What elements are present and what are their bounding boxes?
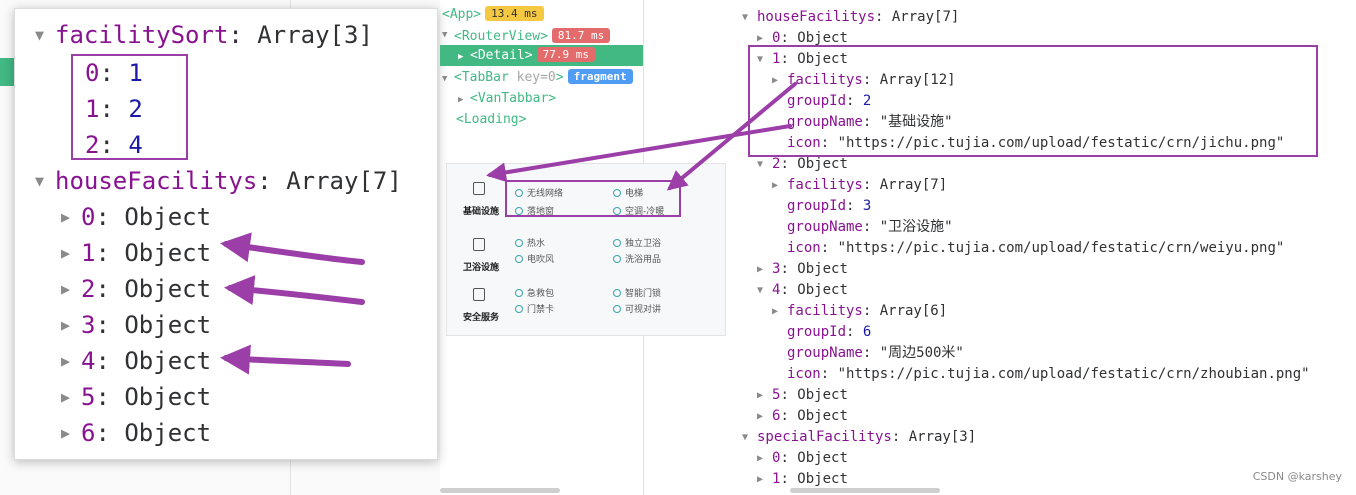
house-facility-item[interactable]: ▶ 4: Object [61, 343, 211, 379]
object-row[interactable]: ▼ 4: Object [757, 280, 848, 301]
house-facility-item[interactable]: ▶ 0: Object [61, 199, 211, 235]
collapse-arrow-icon[interactable]: ▼ [35, 163, 55, 199]
facility-group-name: 卫浴设施 [462, 263, 499, 273]
group-name-row: groupName: "周边500米" [787, 345, 964, 361]
house-facility-item[interactable]: ▶ 5: Object [61, 379, 211, 415]
tree-node-van-tabbar[interactable]: ▶ <VanTabbar> [458, 88, 556, 109]
tree-node-app[interactable]: <App> 13.4 ms [442, 4, 642, 25]
collapse-arrow-icon[interactable]: ▼ [35, 17, 55, 53]
expand-arrow-icon[interactable]: ▶ [61, 199, 81, 235]
expand-arrow-icon[interactable]: ▶ [458, 47, 470, 68]
expand-arrow-icon[interactable]: ▶ [61, 235, 81, 271]
tree-node-detail[interactable]: ▶ <Detail> 77.9 ms [440, 45, 643, 66]
facility-item: 门禁卡 [515, 302, 554, 315]
house-facilitys-key: houseFacilitys [55, 167, 258, 195]
expand-arrow-icon[interactable]: ▶ [61, 271, 81, 307]
collapse-arrow-icon[interactable]: ▼ [742, 7, 757, 28]
horizontal-scrollbar[interactable] [440, 488, 560, 493]
expand-arrow-icon[interactable]: ▶ [772, 175, 787, 196]
highlight-box [71, 54, 188, 160]
check-circle-icon [613, 239, 621, 247]
bath-icon [473, 238, 485, 251]
object-row[interactable]: ▶ 3: Object [757, 259, 848, 280]
facility-item: 急救包 [515, 286, 554, 299]
facility-item: 热水 [515, 236, 545, 249]
expand-arrow-icon[interactable]: ▶ [61, 343, 81, 379]
facility-sort-key: facilitySort [55, 21, 229, 49]
facility-group-name: 安全服务 [462, 313, 499, 323]
group-name-row: groupName: "卫浴设施" [787, 219, 953, 235]
house-facility-item[interactable]: ▶ 2: Object [61, 271, 211, 307]
check-circle-icon [613, 255, 621, 263]
check-circle-icon [515, 305, 523, 313]
special-facilitys-row[interactable]: ▼ specialFacilitys: Array[3] [742, 427, 976, 448]
object-row[interactable]: ▶ 6: Object [757, 406, 848, 427]
render-time-badge: 77.9 ms [536, 47, 595, 62]
expand-arrow-icon[interactable]: ▶ [757, 448, 772, 469]
fragment-badge: fragment [567, 69, 633, 84]
facility-sort-row[interactable]: ▼ facilitySort: Array[3] [35, 17, 373, 53]
collapse-arrow-icon[interactable]: ▼ [742, 427, 757, 448]
object-row[interactable]: ▶ 1: Object [757, 469, 848, 490]
tree-node-tabbar[interactable]: ▼ <TabBar key=0> fragment [442, 67, 645, 88]
collapse-arrow-icon[interactable]: ▼ [757, 280, 772, 301]
icon-url-row: icon: "https://pic.tujia.com/upload/fest… [787, 240, 1285, 256]
house-facility-item[interactable]: ▶ 1: Object [61, 235, 211, 271]
facility-sort-type: Array[3] [257, 21, 373, 49]
expand-arrow-icon[interactable]: ▶ [757, 259, 772, 280]
zoomed-inspector-panel: ▼ facilitySort: Array[3] 0: 1 1: 2 2: 4 ▼… [14, 8, 438, 460]
tree-node-loading[interactable]: <Loading> [456, 109, 526, 130]
tree-node-router-view[interactable]: ▼ <RouterView> 81.7 ms [442, 25, 642, 46]
expand-arrow-icon[interactable]: ▶ [61, 307, 81, 343]
house-facility-item[interactable]: ▶ 3: Object [61, 307, 211, 343]
object-row[interactable]: ▼ 2: Object [757, 154, 848, 175]
check-circle-icon [515, 255, 523, 263]
check-circle-icon [515, 289, 523, 297]
group-id-row: groupId: 6 [787, 324, 872, 340]
horizontal-scrollbar[interactable] [790, 488, 940, 493]
icon-url-row: icon: "https://pic.tujia.com/upload/fest… [787, 366, 1310, 382]
facility-item: 电吹风 [515, 252, 554, 265]
expand-arrow-icon[interactable]: ▶ [757, 385, 772, 406]
component-tree: <App> 13.4 ms ▼ <RouterView> 81.7 ms ▶ <Deta… [440, 0, 643, 160]
house-facilitys-row[interactable]: ▼ houseFacilitys: Array[7] [742, 7, 959, 28]
object-row[interactable]: ▶ 5: Object [757, 385, 848, 406]
phone-icon [473, 288, 485, 301]
expand-arrow-icon[interactable]: ▶ [772, 301, 787, 322]
building-icon [473, 182, 485, 195]
facilitys-row[interactable]: ▶ facilitys: Array[6] [772, 301, 947, 322]
expand-arrow-icon[interactable]: ▶ [757, 469, 772, 490]
selected-row-highlight [0, 58, 14, 86]
house-facilitys-row[interactable]: ▼ houseFacilitys: Array[7] [35, 163, 402, 199]
expand-arrow-icon[interactable]: ▶ [458, 90, 470, 111]
check-circle-icon [613, 305, 621, 313]
house-facility-item[interactable]: ▶ 6: Object [61, 415, 211, 451]
render-time-badge: 81.7 ms [551, 28, 611, 43]
expand-arrow-icon[interactable]: ▶ [61, 379, 81, 415]
expand-arrow-icon[interactable]: ▶ [757, 406, 772, 427]
object-row[interactable]: ▶ 0: Object [757, 448, 848, 469]
group-id-row: groupId: 3 [787, 198, 872, 214]
watermark: CSDN @karshey [1252, 470, 1342, 483]
facility-group-name: 基础设施 [462, 207, 499, 217]
check-circle-icon [515, 239, 523, 247]
facilitys-row[interactable]: ▶ facilitys: Array[7] [772, 175, 947, 196]
render-time-badge: 13.4 ms [485, 6, 544, 21]
expand-arrow-icon[interactable]: ▶ [61, 415, 81, 451]
collapse-arrow-icon[interactable]: ▼ [757, 154, 772, 175]
highlight-box [748, 45, 1318, 157]
check-circle-icon [613, 289, 621, 297]
